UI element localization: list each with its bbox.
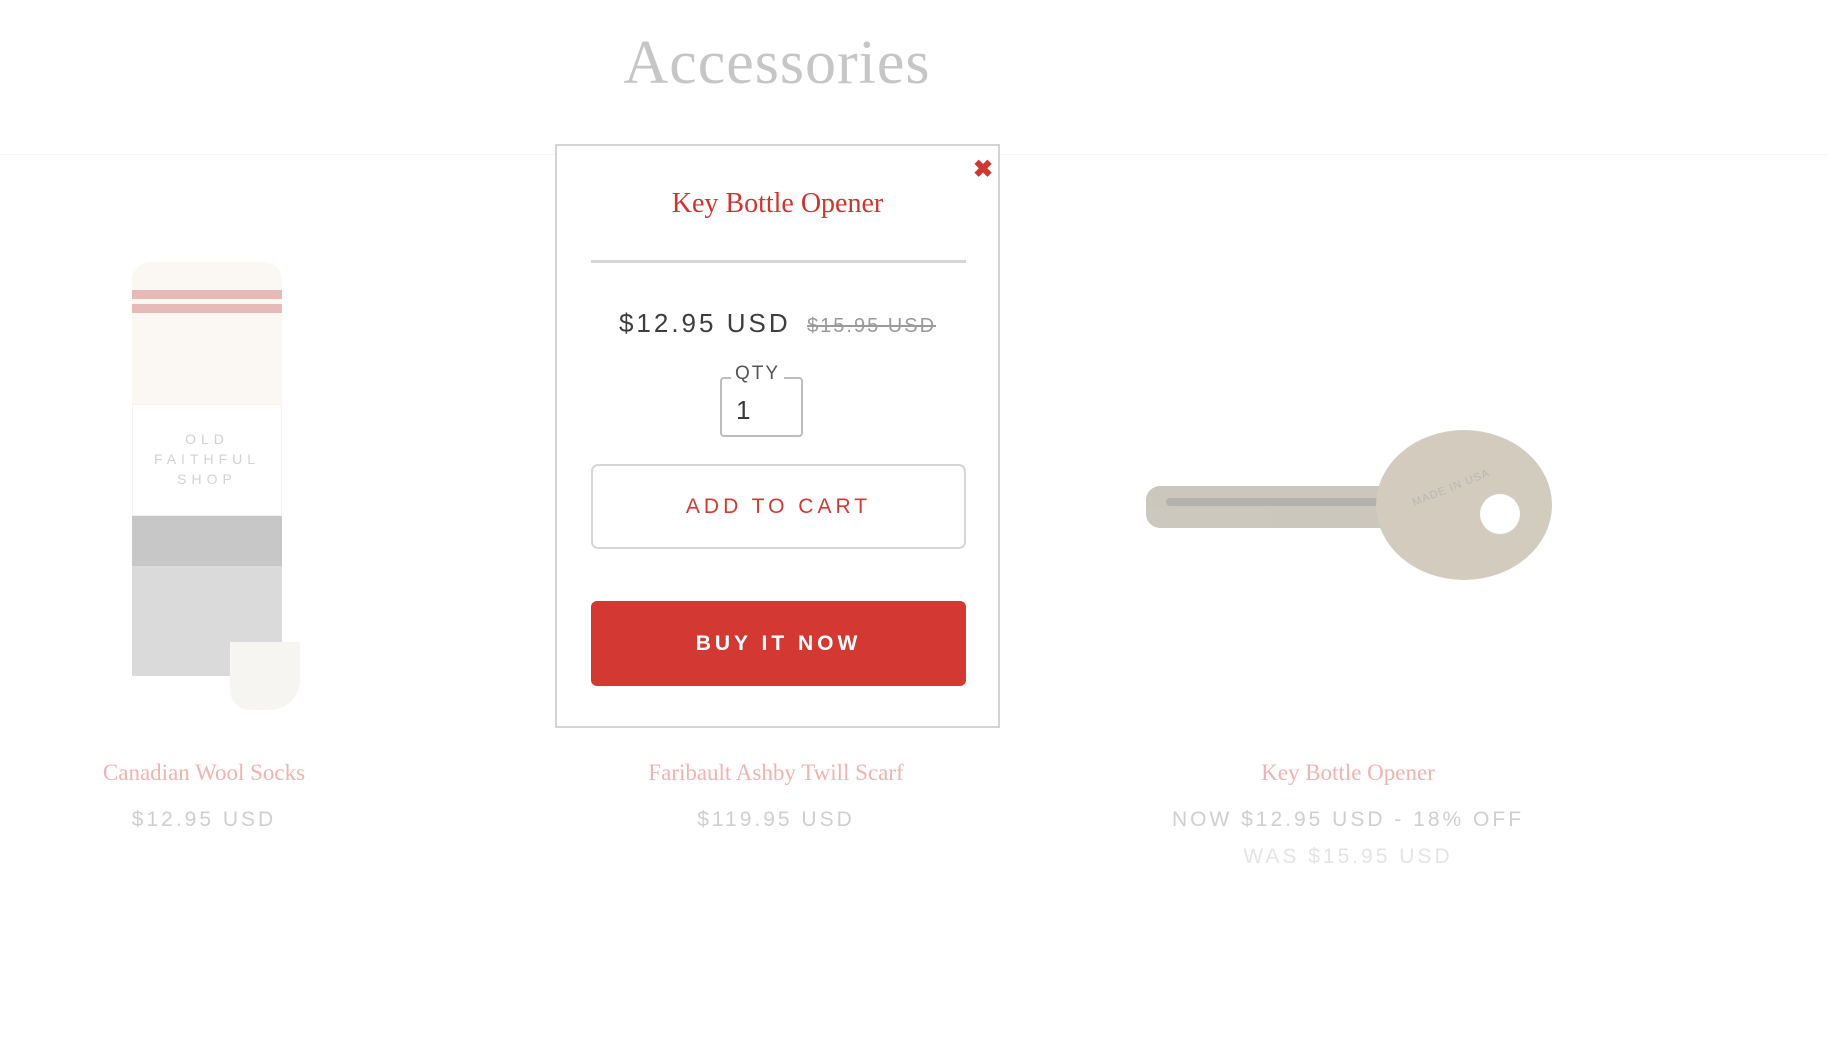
sock-stripe <box>132 304 282 313</box>
key-product-image[interactable]: MADE IN USA <box>1146 430 1556 580</box>
product-sale-price: NOW $12.95 USD - 18% OFF <box>1171 808 1525 831</box>
qty-field: QTY <box>720 363 803 437</box>
sock-label-line: FAITHFUL <box>153 451 261 467</box>
modal-price-row: $12.95 USD $15.95 USD <box>557 308 998 339</box>
qty-label: QTY <box>731 363 785 385</box>
sale-price: $12.95 USD <box>618 308 791 338</box>
key-groove <box>1166 498 1396 506</box>
modal-divider <box>591 260 966 263</box>
product-price: $119.95 USD <box>697 808 855 831</box>
add-to-cart-button[interactable]: ADD TO CART <box>591 464 966 549</box>
original-price: $15.95 USD <box>807 315 937 337</box>
sock-label-line: OLD <box>185 431 229 447</box>
modal-title: Key Bottle Opener <box>671 188 884 219</box>
product-name[interactable]: Faribault Ashby Twill Scarf <box>516 760 1036 786</box>
sock-cuff <box>132 262 282 407</box>
key-hole <box>1480 494 1520 534</box>
qty-input[interactable] <box>736 395 796 425</box>
key-head <box>1376 430 1552 580</box>
sock-label: OLD FAITHFUL SHOP <box>132 404 282 516</box>
close-icon[interactable]: ✖ <box>971 158 995 182</box>
product-name[interactable]: Canadian Wool Socks <box>0 760 464 786</box>
sock-band <box>132 516 282 566</box>
key-blade <box>1146 486 1396 528</box>
page-title: Accessories <box>623 29 931 97</box>
product-price: $12.95 USD <box>131 808 277 831</box>
socks-product-image[interactable]: OLD FAITHFUL SHOP <box>126 262 300 712</box>
sock-toe <box>230 642 300 710</box>
product-name[interactable]: Key Bottle Opener <box>1088 760 1608 786</box>
sock-label-line: SHOP <box>177 471 237 487</box>
buy-now-button[interactable]: BUY IT NOW <box>591 601 966 686</box>
product-was-price: WAS $15.95 USD <box>1243 845 1453 868</box>
quick-buy-modal: ✖ Key Bottle Opener $12.95 USD $15.95 US… <box>555 144 1000 728</box>
sock-stripe <box>132 290 282 299</box>
